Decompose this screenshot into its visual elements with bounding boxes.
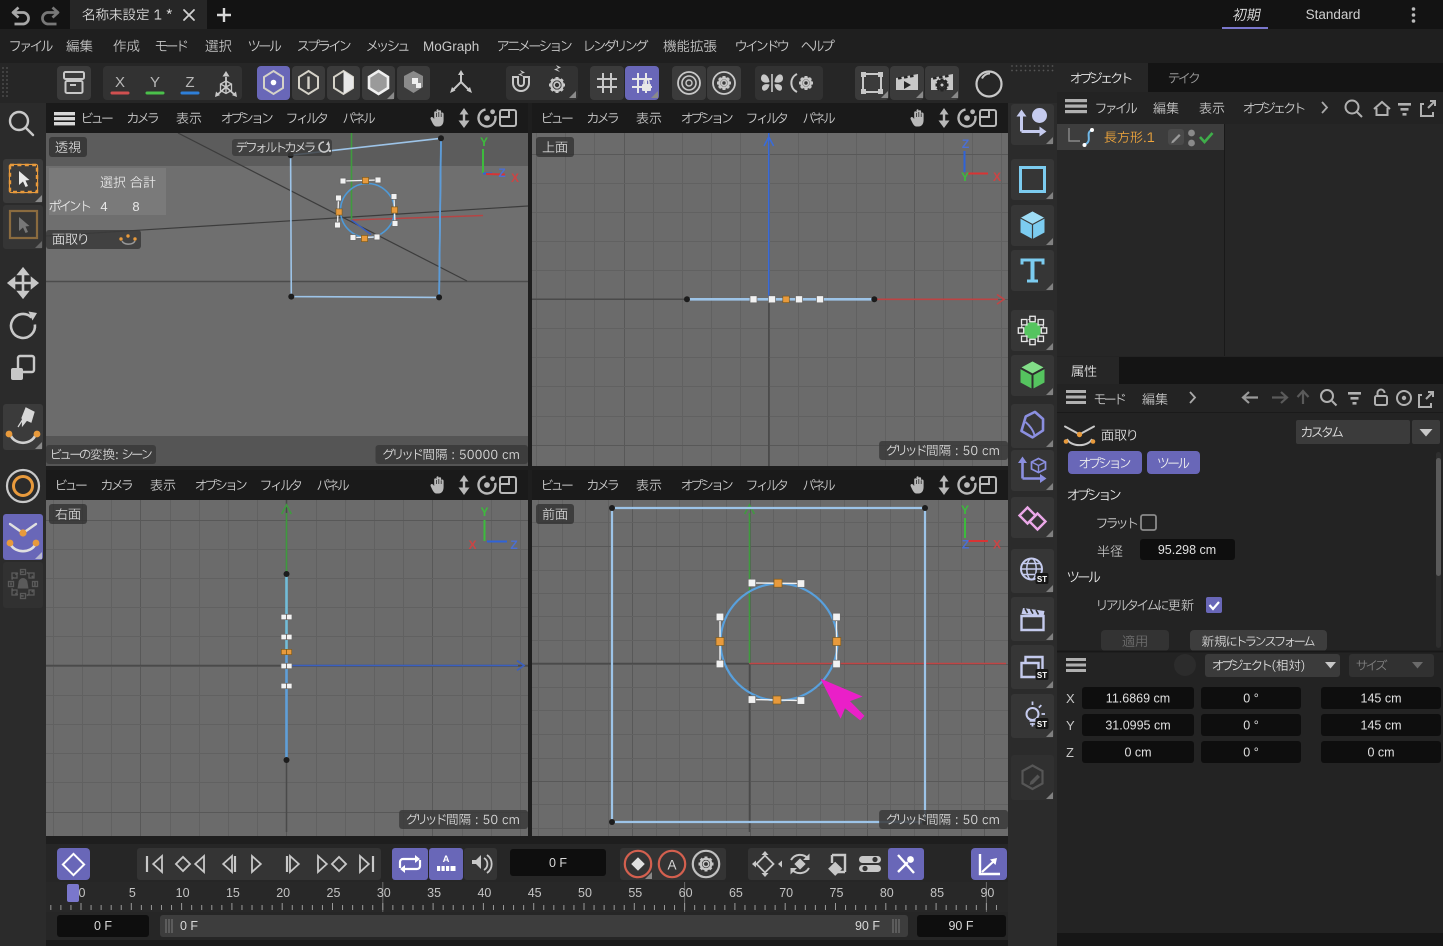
svg-text:A: A [443,854,450,865]
svg-text:15: 15 [226,886,240,900]
svg-text:45: 45 [528,886,542,900]
svg-text:0 F: 0 F [180,919,198,933]
svg-text:0 F: 0 F [94,919,112,933]
svg-text:X: X [993,538,1001,552]
svg-text:Y: Y [1066,718,1075,733]
svg-text:Z: Z [185,74,194,91]
svg-text:0 F: 0 F [549,856,567,870]
svg-text:ST: ST [1037,671,1047,680]
svg-text:Y: Y [150,74,160,91]
svg-text:0: 0 [79,886,86,900]
svg-text:95.298 cm: 95.298 cm [1158,543,1216,557]
svg-text:70: 70 [779,886,793,900]
svg-text:20: 20 [276,886,290,900]
svg-text:65: 65 [729,886,743,900]
svg-text:145 cm: 145 cm [1361,692,1402,706]
svg-text:Z: Z [962,137,969,151]
svg-text:Z: Z [962,538,969,552]
svg-text:Z: Z [1066,745,1074,760]
svg-text:60: 60 [679,886,693,900]
svg-text:Standard: Standard [1306,7,1361,22]
svg-text:ST: ST [1037,575,1047,584]
svg-text:X: X [511,171,519,185]
svg-text:25: 25 [327,886,341,900]
svg-text:31.0995 cm: 31.0995 cm [1105,719,1170,733]
svg-text:85: 85 [930,886,944,900]
svg-text:8: 8 [132,199,139,214]
svg-text:75: 75 [830,886,844,900]
svg-text:X: X [115,74,125,91]
svg-text:30: 30 [377,886,391,900]
svg-text:5: 5 [129,886,136,900]
svg-text:Y: Y [480,135,488,149]
svg-text:Z: Z [498,166,505,180]
svg-text:40: 40 [477,886,491,900]
svg-text:Y: Y [961,170,969,184]
svg-text:35: 35 [427,886,441,900]
svg-text:50: 50 [578,886,592,900]
svg-text:Z: Z [510,538,517,552]
svg-text:A: A [667,858,676,873]
svg-text:X: X [1066,691,1075,706]
svg-text:0 °: 0 ° [1243,692,1258,706]
svg-text:ST: ST [1037,720,1047,729]
svg-text:X: X [468,538,476,552]
svg-text:90: 90 [980,886,994,900]
svg-text:90 F: 90 F [948,919,973,933]
svg-text:MoGraph: MoGraph [423,39,479,54]
svg-text:90 F: 90 F [855,919,880,933]
svg-text:0 °: 0 ° [1243,719,1258,733]
svg-text:80: 80 [880,886,894,900]
svg-text:0 °: 0 ° [1243,746,1258,760]
svg-text:11.6869 cm: 11.6869 cm [1106,692,1170,706]
svg-text:X: X [993,170,1001,184]
svg-text:Y: Y [961,503,969,517]
svg-text:4: 4 [100,199,107,214]
svg-text:10: 10 [176,886,190,900]
svg-text:0 cm: 0 cm [1367,746,1394,760]
svg-text:55: 55 [628,886,642,900]
svg-text:0 cm: 0 cm [1124,746,1151,760]
svg-text:Y: Y [480,505,488,519]
svg-text:145 cm: 145 cm [1361,719,1402,733]
